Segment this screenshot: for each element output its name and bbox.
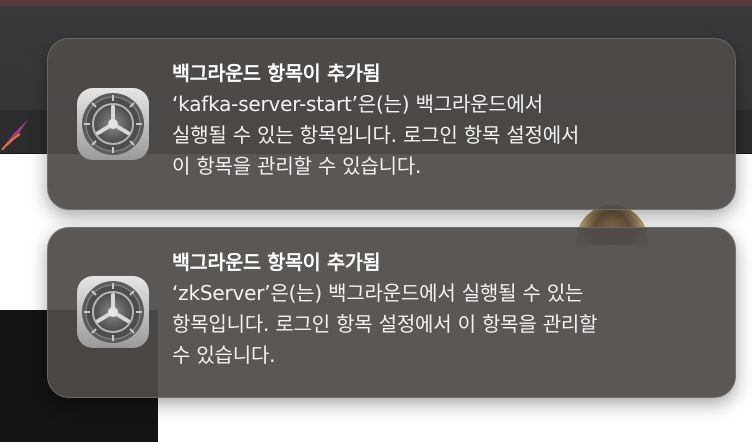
notification-body: ‘zkServer’은(는) 백그라운드에서 실행될 수 있는 항목입니다. 로… [172,278,711,371]
notification-content: 백그라운드 항목이 추가됨 ‘zkServer’은(는) 백그라운드에서 실행될… [172,248,711,371]
system-settings-gear-icon [77,88,149,160]
notification-zkserver[interactable]: 백그라운드 항목이 추가됨 ‘zkServer’은(는) 백그라운드에서 실행될… [47,227,736,398]
notification-body-line: 항목입니다. 로그인 항목 설정에서 이 항목을 관리할 [172,312,598,336]
notification-title: 백그라운드 항목이 추가됨 [172,251,381,274]
notification-body: ‘kafka-server-start’은(는) 백그라운드에서 실행될 수 있… [172,89,711,182]
notification-body-line: ‘kafka-server-start’은(는) 백그라운드에서 [172,92,543,116]
notification-content: 백그라운드 항목이 추가됨 ‘kafka-server-start’은(는) 백… [172,59,711,182]
notification-kafka[interactable]: 백그라운드 항목이 추가됨 ‘kafka-server-start’은(는) 백… [47,38,736,210]
notification-body-line: 이 항목을 관리할 수 있습니다. [172,154,422,178]
background-window-edge [0,0,752,6]
system-settings-gear-icon [77,276,149,348]
notification-title: 백그라운드 항목이 추가됨 [172,62,381,85]
notification-body-line: 수 있습니다. [172,343,276,367]
notification-body-line: 실행될 수 있는 항목입니다. 로그인 항목 설정에서 [172,123,580,147]
feather-icon [1,120,28,151]
notification-body-line: ‘zkServer’은(는) 백그라운드에서 실행될 수 있는 [172,281,584,305]
